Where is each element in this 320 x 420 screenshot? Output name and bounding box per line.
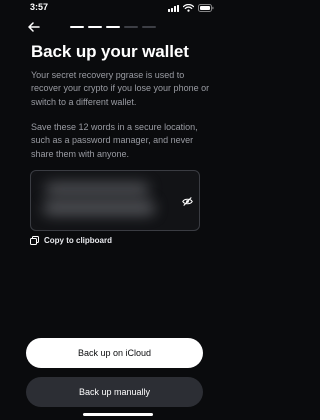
hidden-phrase-blur xyxy=(45,183,149,195)
copy-icon xyxy=(30,236,39,245)
reveal-phrase-button[interactable] xyxy=(181,195,193,207)
backup-icloud-button[interactable]: Back up on iCloud xyxy=(26,338,203,368)
status-icons xyxy=(168,3,214,13)
progress-segment xyxy=(88,26,102,28)
top-bar xyxy=(0,20,236,34)
recovery-phrase-box[interactable] xyxy=(30,170,200,231)
progress-segment xyxy=(124,26,138,28)
status-time: 3:57 xyxy=(30,2,49,12)
progress-segment xyxy=(142,26,156,28)
back-button[interactable] xyxy=(26,20,42,34)
progress-segment xyxy=(70,26,84,28)
page-title: Back up your wallet xyxy=(31,42,189,61)
home-indicator xyxy=(83,413,153,416)
backup-manually-button[interactable]: Back up manually xyxy=(26,377,203,407)
intro-paragraph: Your secret recovery pgrase is used to r… xyxy=(31,70,210,107)
wifi-icon xyxy=(183,4,194,12)
eye-slash-icon xyxy=(181,196,193,206)
progress-segment xyxy=(106,26,120,28)
warning-paragraph: Save these 12 words in a secure location… xyxy=(31,122,198,159)
copy-label: Copy to clipboard xyxy=(44,236,112,245)
hidden-phrase-blur xyxy=(43,201,155,215)
arrow-left-icon xyxy=(28,22,40,32)
battery-icon xyxy=(198,4,214,12)
copy-to-clipboard-button[interactable]: Copy to clipboard xyxy=(30,236,112,245)
status-bar: 3:57 xyxy=(0,0,236,18)
signal-icon xyxy=(168,4,179,12)
step-progress xyxy=(70,26,156,28)
